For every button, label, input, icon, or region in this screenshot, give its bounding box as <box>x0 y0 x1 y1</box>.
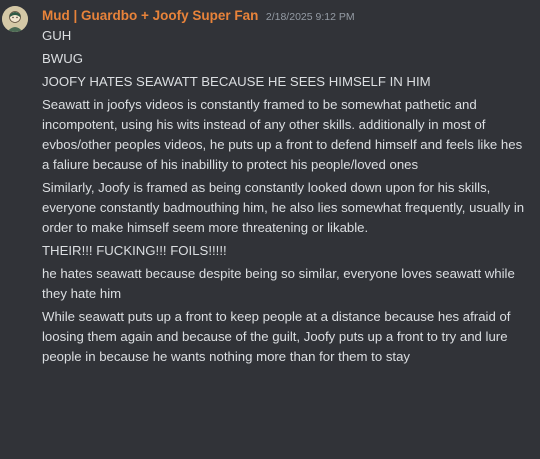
user-avatar[interactable] <box>2 6 28 32</box>
message-content: Mud | Guardbo + Joofy Super Fan 2/18/202… <box>42 6 532 367</box>
message-timestamp[interactable]: 2/18/2025 9:12 PM <box>266 11 355 23</box>
chat-message-group: Mud | Guardbo + Joofy Super Fan 2/18/202… <box>0 0 540 459</box>
message-line: Seawatt in joofys videos is constantly f… <box>42 97 523 172</box>
message-line: he hates seawatt because despite being s… <box>42 266 515 301</box>
message-line: GUH <box>42 28 72 43</box>
message-line: Similarly, Joofy is framed as being cons… <box>42 180 525 235</box>
message-line: JOOFY HATES SEAWATT BECAUSE HE SEES HIMS… <box>42 74 431 89</box>
message-line: While seawatt puts up a front to keep pe… <box>42 309 511 364</box>
username[interactable]: Mud | Guardbo + Joofy Super Fan <box>42 8 258 23</box>
message-line: THEIR!!! FUCKING!!! FOILS!!!!! <box>42 243 227 258</box>
avatar-illustration-icon <box>2 6 28 32</box>
message-line: BWUG <box>42 51 84 66</box>
message-header: Mud | Guardbo + Joofy Super Fan 2/18/202… <box>42 6 532 26</box>
